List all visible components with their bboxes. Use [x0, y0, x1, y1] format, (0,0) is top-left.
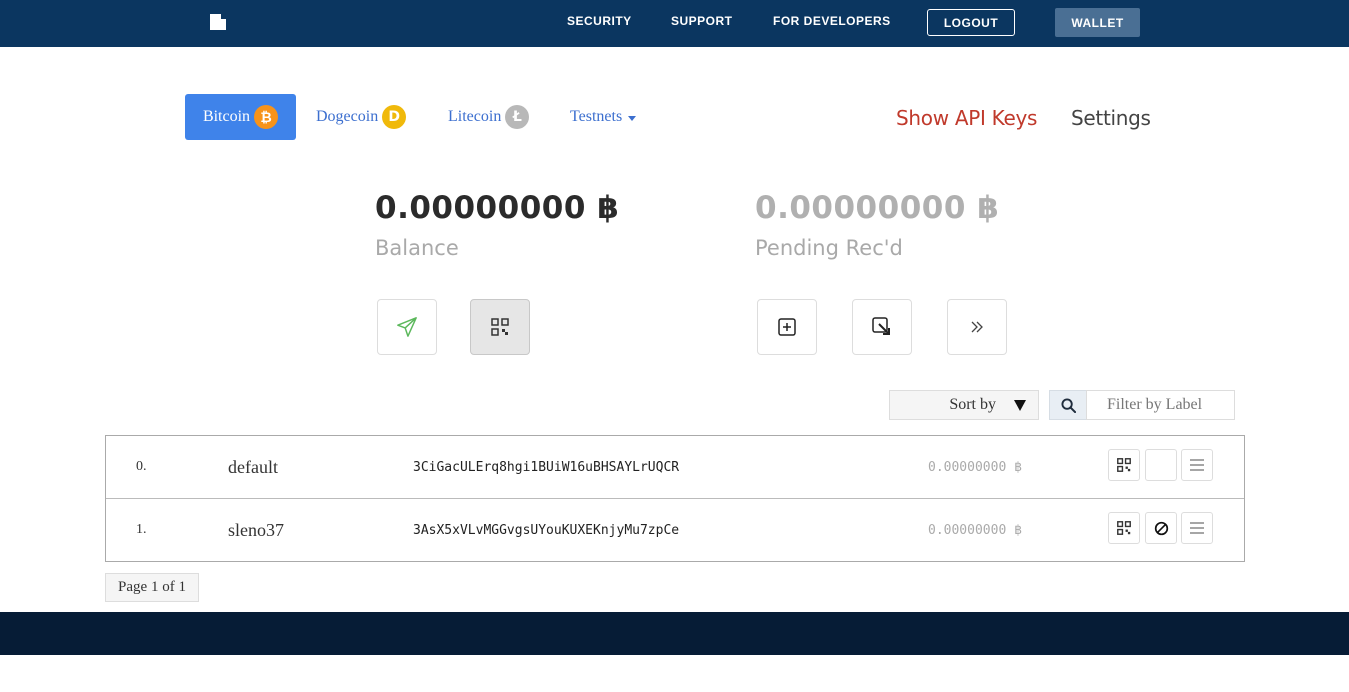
qr-code-icon — [1117, 458, 1131, 472]
tab-label: Testnets — [570, 108, 623, 125]
pagination-label: Page 1 of 1 — [105, 573, 199, 602]
row-label[interactable]: default — [228, 436, 278, 498]
settings-link[interactable]: Settings — [1071, 106, 1151, 130]
nav-support[interactable]: SUPPORT — [671, 14, 733, 28]
sweep-button[interactable] — [852, 299, 912, 355]
filter-by-label-input[interactable] — [1086, 390, 1235, 420]
hamburger-menu-icon — [1190, 522, 1204, 534]
search-icon — [1060, 397, 1076, 413]
row-address[interactable]: 3CiGacULErq8hgi1BUiW16uBHSAYLrUQCR — [413, 436, 679, 498]
more-button[interactable] — [947, 299, 1007, 355]
row-archive-button[interactable] — [1145, 512, 1177, 544]
sort-down-icon — [1014, 399, 1026, 411]
row-qr-button[interactable] — [1108, 449, 1140, 481]
balance-amount: 0.00000000 ฿ — [375, 190, 620, 226]
dogecoin-icon: D — [382, 105, 407, 129]
pending-label: Pending Rec'd — [755, 236, 903, 260]
row-balance: 0.00000000 ฿ — [928, 522, 1022, 538]
row-index: 0. — [136, 459, 147, 474]
row-menu-button[interactable] — [1181, 512, 1213, 544]
send-button[interactable] — [377, 299, 437, 355]
search-button[interactable] — [1049, 390, 1086, 420]
address-table: 0. default 3CiGacULErq8hgi1BUiW16uBHSAYL… — [105, 435, 1245, 562]
sort-by-label: Sort by — [949, 396, 996, 413]
top-navbar: SECURITY SUPPORT FOR DEVELOPERS LOGOUT W… — [0, 0, 1349, 47]
logout-button[interactable]: LOGOUT — [927, 9, 1015, 36]
tab-bitcoin[interactable]: Bitcoin ₿ — [185, 94, 296, 140]
send-icon — [397, 317, 417, 337]
table-row: 0. default 3CiGacULErq8hgi1BUiW16uBHSAYL… — [106, 436, 1244, 499]
row-balance: 0.00000000 ฿ — [928, 459, 1022, 475]
wallet-button[interactable]: WALLET — [1055, 8, 1140, 37]
receive-qr-button[interactable] — [470, 299, 530, 355]
tab-litecoin[interactable]: Litecoin Ł — [448, 94, 530, 140]
add-address-icon — [778, 318, 796, 336]
row-address[interactable]: 3AsX5xVLvMGGvgsUYouKUXEKnjyMu7zpCe — [413, 499, 679, 561]
tab-dogecoin[interactable]: Dogecoin D — [316, 94, 407, 140]
tab-label: Bitcoin — [202, 108, 251, 125]
tab-testnets-dropdown[interactable]: Testnets — [570, 94, 637, 140]
qr-code-icon — [1117, 521, 1131, 535]
bitcoin-icon: ₿ — [254, 105, 279, 129]
tab-label: Dogecoin — [316, 108, 379, 125]
logo-icon[interactable] — [210, 14, 226, 30]
caret-down-icon — [628, 115, 637, 121]
litecoin-icon: Ł — [505, 105, 530, 129]
balance-label: Balance — [375, 236, 459, 260]
sweep-icon — [872, 317, 890, 335]
hamburger-menu-icon — [1190, 459, 1204, 471]
show-api-keys-link[interactable]: Show API Keys — [896, 106, 1037, 130]
qr-code-icon — [491, 318, 509, 336]
row-archive-button[interactable] — [1145, 449, 1177, 481]
nav-for-developers[interactable]: FOR DEVELOPERS — [773, 14, 891, 28]
table-row: 1. sleno37 3AsX5xVLvMGGvgsUYouKUXEKnjyMu… — [106, 499, 1244, 562]
pending-amount: 0.00000000 ฿ — [755, 190, 1000, 226]
row-menu-button[interactable] — [1181, 449, 1213, 481]
row-qr-button[interactable] — [1108, 512, 1140, 544]
sort-by-select[interactable]: Sort by — [889, 390, 1039, 420]
nav-security[interactable]: SECURITY — [567, 14, 632, 28]
row-label[interactable]: sleno37 — [228, 499, 284, 561]
add-address-button[interactable] — [757, 299, 817, 355]
double-chevron-right-icon — [971, 321, 983, 333]
row-index: 1. — [136, 522, 147, 537]
footer — [0, 612, 1349, 655]
ban-icon — [1154, 521, 1168, 535]
tab-label: Litecoin — [448, 108, 502, 125]
